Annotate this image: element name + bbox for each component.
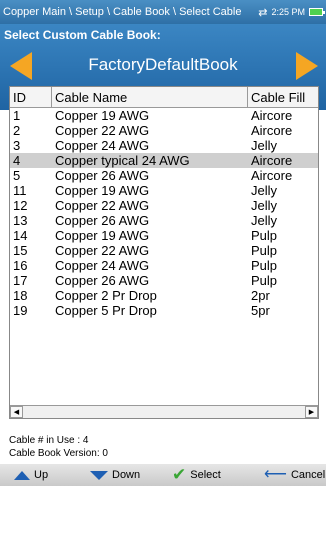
cell-cable-fill: Aircore (251, 108, 293, 123)
cell-cable-fill: Aircore (251, 153, 293, 168)
select-label: Select (190, 469, 221, 481)
table-row[interactable]: 19 Copper 5 Pr Drop 5pr (10, 303, 318, 318)
up-label: Up (34, 469, 49, 481)
clock: 2:25 PM (271, 7, 305, 17)
cell-cable-name: Copper 2 Pr Drop (55, 288, 157, 303)
select-button[interactable]: ✔ Select (172, 464, 221, 486)
table-row[interactable]: 18 Copper 2 Pr Drop 2pr (10, 288, 318, 303)
cell-cable-name: Copper 24 AWG (55, 258, 150, 273)
up-arrow-icon (14, 470, 30, 480)
scroll-right-icon[interactable]: ▶ (305, 406, 318, 418)
cell-id: 19 (13, 303, 28, 318)
cell-cable-fill: Jelly (251, 213, 278, 228)
scroll-left-icon[interactable]: ◀ (10, 406, 23, 418)
table-row[interactable]: 15 Copper 22 AWG Pulp (10, 243, 318, 258)
checkmark-icon: ✔ (172, 465, 187, 484)
status-area: ⇄ 2:25 PM (258, 6, 326, 19)
table-row[interactable]: 1 Copper 19 AWG Aircore (10, 108, 318, 123)
cell-cable-name: Copper 19 AWG (55, 183, 150, 198)
cell-cable-name: Copper 5 Pr Drop (55, 303, 157, 318)
title-bar: Copper Main \ Setup \ Cable Book \ Selec… (0, 0, 326, 24)
cell-id: 4 (13, 153, 21, 168)
cell-id: 18 (13, 288, 28, 303)
cancel-label: Cancel (290, 469, 326, 481)
cell-cable-fill: Jelly (251, 198, 278, 213)
table-row[interactable]: 14 Copper 19 AWG Pulp (10, 228, 318, 243)
previous-book-arrow-icon[interactable] (10, 52, 32, 80)
battery-icon (309, 8, 325, 16)
table-row[interactable]: 17 Copper 26 AWG Pulp (10, 273, 318, 288)
section-label: Select Custom Cable Book: (4, 28, 161, 42)
cable-book-version-text: Cable Book Version: 0 (9, 448, 108, 459)
table-row[interactable]: 5 Copper 26 AWG Aircore (10, 168, 318, 183)
cell-id: 15 (13, 243, 28, 258)
cell-id: 14 (13, 228, 28, 243)
cell-cable-name: Copper 22 AWG (55, 123, 150, 138)
cell-cable-name: Copper 19 AWG (55, 228, 150, 243)
cell-id: 12 (13, 198, 28, 213)
table-row[interactable]: 3 Copper 24 AWG Jelly (10, 138, 318, 153)
breadcrumb: Copper Main \ Setup \ Cable Book \ Selec… (3, 6, 242, 18)
list-rows: 1 Copper 19 AWG Aircore 2 Copper 22 AWG Airco… (10, 108, 318, 318)
cell-cable-name: Copper 22 AWG (55, 198, 150, 213)
cell-id: 5 (13, 168, 21, 183)
cell-id: 11 (13, 183, 27, 198)
table-row[interactable]: 16 Copper 24 AWG Pulp (10, 258, 318, 273)
cell-cable-name: Copper 19 AWG (55, 108, 150, 123)
cable-list[interactable]: ID Cable Name Cable Fill 1 Copper 19 AWG A… (9, 86, 319, 419)
cell-cable-name: Copper typical 24 AWG (55, 153, 190, 168)
cell-cable-name: Copper 24 AWG (55, 138, 150, 153)
cell-cable-fill: Aircore (251, 168, 293, 183)
table-row[interactable]: 11 Copper 19 AWG Jelly (10, 183, 318, 198)
up-button[interactable]: Up (14, 464, 48, 486)
down-label: Down (112, 469, 141, 481)
list-header: ID Cable Name Cable Fill (10, 87, 318, 108)
cell-id: 16 (13, 258, 28, 273)
cell-id: 17 (13, 273, 28, 288)
cell-cable-fill: Pulp (251, 258, 278, 273)
table-row[interactable]: 12 Copper 22 AWG Jelly (10, 198, 318, 213)
cell-cable-fill: 2pr (251, 288, 270, 303)
cell-cable-fill: Aircore (251, 123, 293, 138)
cable-book-name: FactoryDefaultBook (88, 55, 238, 74)
cell-cable-fill: Jelly (251, 138, 278, 153)
cable-in-use-text: Cable # in Use : 4 (9, 435, 89, 446)
next-book-arrow-icon[interactable] (296, 52, 318, 80)
table-row[interactable]: 2 Copper 22 AWG Aircore (10, 123, 318, 138)
cell-id: 2 (13, 123, 21, 138)
cell-cable-name: Copper 22 AWG (55, 243, 150, 258)
cell-cable-name: Copper 26 AWG (55, 168, 150, 183)
horizontal-scrollbar[interactable]: ◀ ▶ (10, 405, 318, 418)
down-button[interactable]: Down (90, 464, 140, 486)
table-row[interactable]: 13 Copper 26 AWG Jelly (10, 213, 318, 228)
down-arrow-icon (90, 470, 108, 480)
cell-cable-fill: Jelly (251, 183, 278, 198)
cell-id: 3 (13, 138, 21, 153)
cell-cable-fill: 5pr (251, 303, 270, 318)
cell-cable-fill: Pulp (251, 228, 278, 243)
cell-id: 1 (13, 108, 21, 123)
table-row[interactable]: 4 Copper typical 24 AWG Aircore (10, 153, 318, 168)
column-header-cable-fill[interactable]: Cable Fill (248, 87, 318, 107)
cell-cable-fill: Pulp (251, 243, 278, 258)
back-arrow-icon: ⟵ (264, 466, 287, 483)
column-header-id[interactable]: ID (10, 87, 52, 107)
cell-cable-name: Copper 26 AWG (55, 273, 150, 288)
cancel-button[interactable]: ⟵ Cancel (264, 464, 325, 486)
cell-cable-name: Copper 26 AWG (55, 213, 150, 228)
sync-icon: ⇄ (258, 6, 268, 19)
column-header-cable-name[interactable]: Cable Name (52, 87, 248, 107)
cell-cable-fill: Pulp (251, 273, 278, 288)
bottom-toolbar: Up Down ✔ Select ⟵ Cancel (0, 464, 326, 486)
cell-id: 13 (13, 213, 28, 228)
